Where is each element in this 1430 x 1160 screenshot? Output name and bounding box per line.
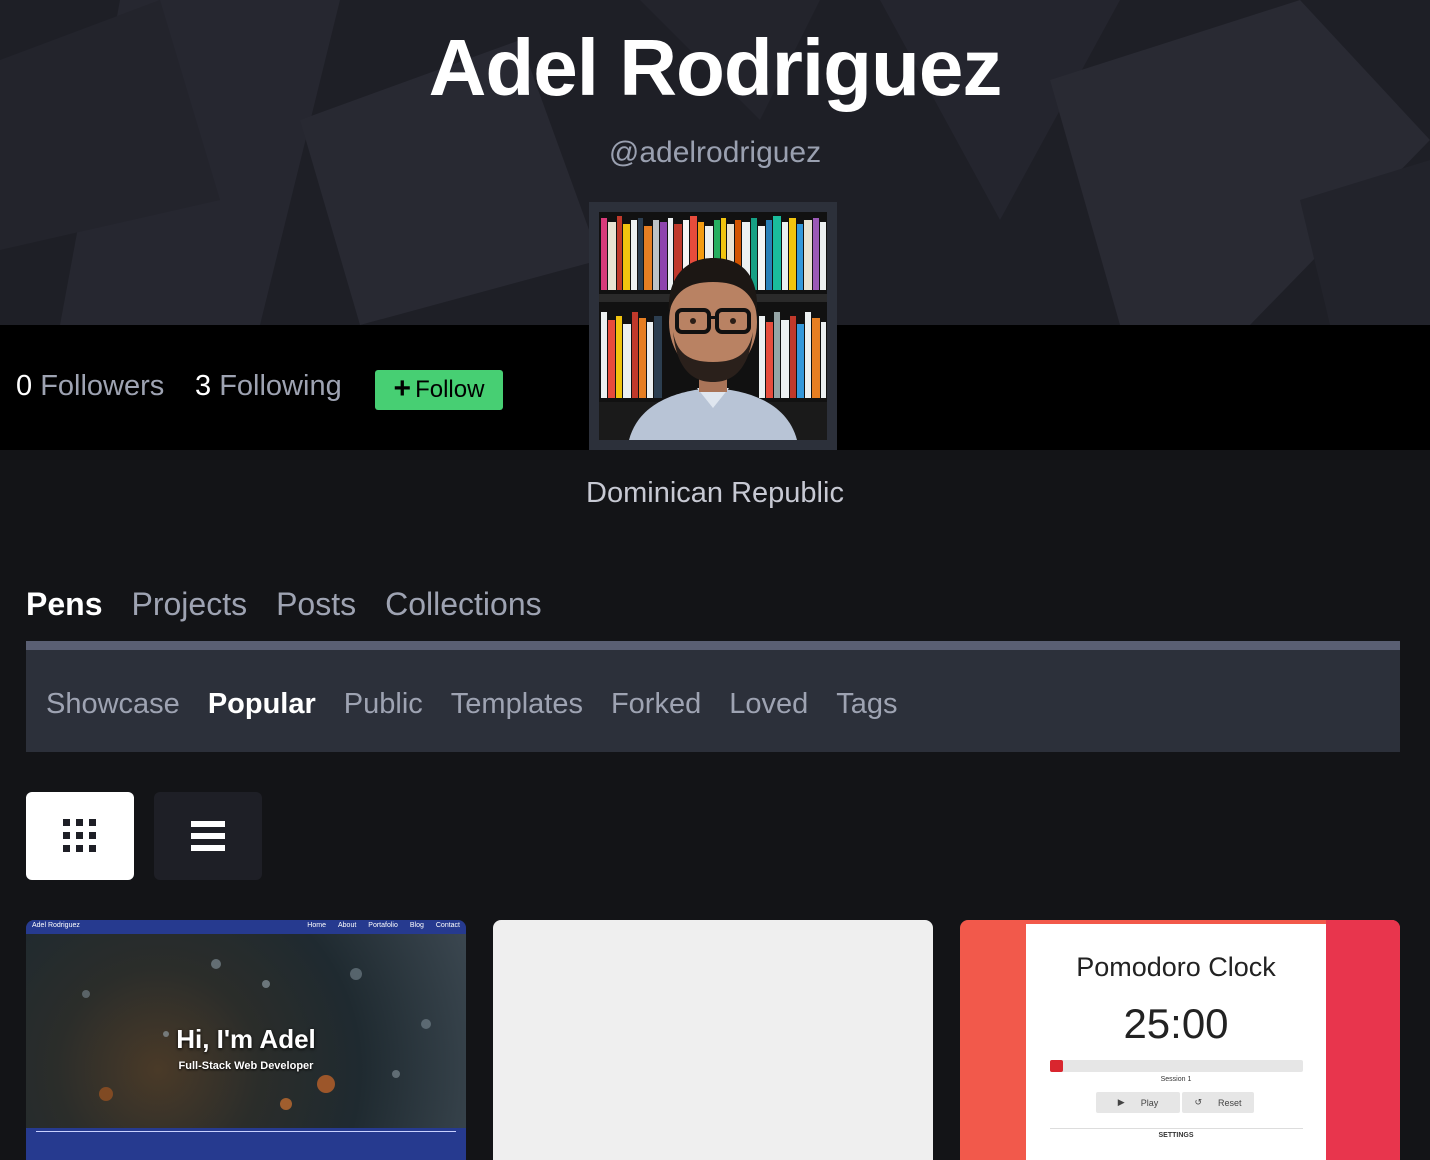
pomodoro-title: Pomodoro Clock (1076, 952, 1276, 982)
subnav-templates[interactable]: Templates (451, 688, 583, 721)
preview-background-right (1326, 920, 1400, 1160)
followers-count: 0 (16, 370, 33, 402)
preview-hero-subtitle: Full-Stack Web Developer (178, 1060, 314, 1072)
subnav-public[interactable]: Public (344, 688, 423, 721)
tab-collections[interactable]: Collections (385, 586, 542, 623)
pen-card-portfolio[interactable]: Adel Rodriguez Home About Portafolio Blo… (26, 920, 466, 1160)
list-icon (191, 821, 225, 851)
profile-name: Adel Rodriguez (428, 23, 1003, 112)
pomodoro-play-label: Play (1140, 1097, 1159, 1108)
pen-card-pomodoro[interactable]: Pomodoro Clock 25:00 Session 1 ▶ Play ↺ … (960, 920, 1400, 1160)
profile-location: Dominican Republic (586, 477, 844, 509)
plus-icon: + (393, 371, 412, 405)
preview-nav-home: Home (307, 922, 326, 929)
preview-nav-about: About (337, 922, 357, 929)
pomodoro-progress-fill (1050, 1060, 1063, 1072)
following-count: 3 (195, 370, 212, 402)
avatar (599, 212, 827, 440)
tab-projects[interactable]: Projects (131, 586, 247, 623)
follow-button-label: Follow (415, 376, 485, 403)
followers-label: Followers (40, 370, 165, 402)
profile-tabs: Pens Projects Posts Collections (26, 586, 542, 623)
pomodoro-time: 25:00 (1123, 1000, 1229, 1047)
grid-view-button[interactable] (26, 792, 134, 880)
pomodoro-session: Session 1 (1160, 1076, 1192, 1083)
avatar-frame (589, 202, 837, 450)
tab-posts[interactable]: Posts (276, 586, 356, 623)
preview-hero-image: Hi, I'm Adel Full-Stack Web Developer (26, 934, 466, 1128)
pen-card-blank[interactable] (493, 920, 933, 1160)
grid-icon (63, 819, 96, 852)
subnav-forked[interactable]: Forked (611, 688, 701, 721)
pomodoro-reset-button: ↺ Reset (1182, 1092, 1254, 1113)
preview-nav-contact: Contact (435, 922, 460, 929)
following-label: Following (219, 370, 342, 402)
subnav-loved[interactable]: Loved (729, 688, 808, 721)
pomodoro-settings-label: SETTINGS (1158, 1132, 1194, 1139)
preview-navbar: Adel Rodriguez Home About Portafolio Blo… (26, 920, 466, 934)
preview-nav-portafolio: Portafolio (368, 922, 398, 929)
pomodoro-reset-label: Reset (1218, 1097, 1242, 1108)
preview-brand: Adel Rodriguez (32, 922, 80, 929)
pomodoro-progress-bar (1050, 1060, 1303, 1072)
profile-handle: @adelrodriguez (608, 136, 822, 169)
pens-subnav: Showcase Popular Public Templates Forked… (26, 641, 1400, 752)
tab-pens[interactable]: Pens (26, 586, 102, 623)
reset-icon: ↺ (1194, 1097, 1203, 1107)
subnav-popular[interactable]: Popular (208, 688, 316, 721)
subnav-tags[interactable]: Tags (836, 688, 897, 721)
subnav-showcase[interactable]: Showcase (46, 688, 180, 721)
followers-link[interactable]: 0 Followers (16, 370, 164, 403)
follow-button[interactable]: + Follow (375, 370, 503, 410)
play-icon: ▶ (1117, 1097, 1125, 1107)
preview-footer-band (26, 1128, 466, 1160)
list-view-button[interactable] (154, 792, 262, 880)
preview-nav-blog: Blog (409, 922, 424, 929)
pomodoro-divider (1050, 1128, 1303, 1129)
following-link[interactable]: 3 Following (195, 370, 342, 403)
pomodoro-play-button: ▶ Play (1096, 1092, 1180, 1113)
pomodoro-panel: Pomodoro Clock 25:00 Session 1 ▶ Play ↺ … (1026, 924, 1326, 1160)
preview-hero-title: Hi, I'm Adel (176, 1024, 316, 1054)
